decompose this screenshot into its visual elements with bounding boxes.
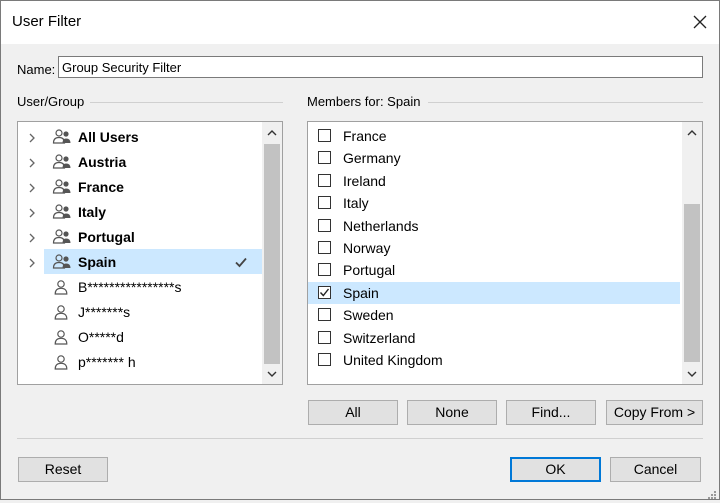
member-label: Sweden (343, 307, 394, 324)
member-row[interactable]: Switzerland (308, 327, 680, 349)
tree-row-label: O*****d (78, 328, 124, 345)
scroll-down-icon[interactable] (263, 365, 281, 383)
user-icon (54, 329, 68, 345)
tree-group-row[interactable]: France (18, 174, 262, 199)
member-label: Ireland (343, 172, 386, 189)
tree-row-label: Portugal (78, 228, 135, 245)
tree-row-label: p******* h (78, 353, 136, 370)
tree-user-row[interactable]: O*****d (18, 324, 262, 349)
user-group-scrollbar[interactable] (262, 122, 282, 384)
tree-user-row[interactable]: B****************s (18, 274, 262, 299)
user-group-caption: User/Group (17, 94, 85, 109)
member-label: Norway (343, 240, 391, 256)
member-row[interactable]: Sweden (308, 304, 680, 326)
user-group-divider (90, 102, 283, 103)
scroll-up-icon[interactable] (263, 124, 281, 142)
member-checkbox[interactable] (318, 218, 331, 232)
members-list[interactable]: France Germany Ireland Italy Netherlands Norw… (307, 121, 703, 385)
tree-group-row[interactable]: All Users (18, 124, 262, 149)
member-checkbox[interactable] (318, 330, 331, 344)
members-caption: Members for: Spain (307, 94, 421, 109)
member-label: France (343, 128, 387, 144)
user-group-scroll-thumb[interactable] (264, 144, 280, 364)
selection-highlight (44, 249, 262, 274)
members-divider (428, 102, 703, 103)
footer-divider (17, 438, 703, 439)
window-title: User Filter (12, 13, 82, 30)
member-row[interactable]: Spain (308, 281, 680, 304)
member-row[interactable]: Germany (308, 147, 680, 169)
member-label: Italy (343, 195, 369, 212)
group-icon (52, 228, 72, 246)
none-button[interactable]: None (407, 400, 497, 425)
member-checkbox[interactable] (318, 196, 331, 210)
chevron-right-icon[interactable] (26, 231, 38, 243)
tree-row-label: B****************s (78, 278, 182, 295)
scroll-down-icon[interactable] (683, 365, 701, 383)
member-checkbox[interactable] (318, 353, 331, 366)
scroll-up-icon[interactable] (683, 124, 701, 142)
member-label: Germany (343, 150, 401, 167)
chevron-right-icon[interactable] (26, 181, 38, 193)
tree-user-row[interactable]: p******* h (18, 349, 262, 374)
member-checkbox[interactable] (318, 241, 331, 254)
checkmark-icon (234, 255, 248, 269)
member-label: Netherlands (343, 217, 419, 234)
group-icon (52, 153, 72, 171)
member-checkbox[interactable] (318, 263, 331, 277)
find-button[interactable]: Find... (506, 400, 596, 425)
member-row[interactable]: Netherlands (308, 215, 680, 237)
copy-from-button[interactable]: Copy From > (606, 400, 703, 425)
tree-row-label: France (78, 178, 124, 195)
user-icon (54, 279, 68, 295)
close-icon[interactable] (686, 8, 714, 36)
group-icon (52, 203, 72, 221)
member-row[interactable]: Ireland (308, 170, 680, 192)
group-icon (52, 178, 72, 196)
user-icon (54, 354, 68, 370)
user-icon (54, 304, 68, 320)
tree-group-row[interactable]: Spain (18, 249, 262, 274)
name-label: Name: (17, 62, 56, 77)
tree-row-label: All Users (78, 128, 139, 145)
member-checkbox[interactable] (318, 129, 331, 142)
title-bar: User Filter (0, 0, 720, 44)
member-checkbox[interactable] (318, 173, 331, 187)
ok-button[interactable]: OK (510, 457, 601, 482)
tree-row-label: J*******s (78, 303, 131, 320)
tree-user-row[interactable]: J*******s (18, 299, 262, 324)
tree-group-row[interactable]: Austria (18, 149, 262, 174)
name-input[interactable] (58, 56, 703, 78)
member-row[interactable]: France (308, 125, 680, 147)
cancel-button[interactable]: Cancel (610, 457, 701, 482)
group-icon (52, 253, 72, 271)
tree-row-label: Austria (78, 153, 127, 170)
member-row[interactable]: Norway (308, 237, 680, 259)
member-row[interactable]: Italy (308, 192, 680, 214)
member-checkbox[interactable] (318, 308, 331, 322)
member-label: Switzerland (343, 329, 416, 346)
member-checkbox[interactable] (318, 285, 331, 299)
user-group-tree[interactable]: All Users Austria France Italy Portugal Spain… (17, 121, 283, 385)
member-checkbox[interactable] (318, 151, 331, 165)
resize-grip-icon[interactable] (707, 487, 717, 499)
members-scroll-thumb[interactable] (684, 204, 700, 362)
member-label: Portugal (343, 262, 396, 279)
member-row[interactable]: United Kingdom (308, 349, 680, 371)
chevron-right-icon[interactable] (26, 156, 38, 168)
member-row[interactable]: Portugal (308, 259, 680, 281)
group-icon (52, 128, 72, 146)
reset-button[interactable]: Reset (18, 457, 108, 482)
tree-group-row[interactable]: Italy (18, 199, 262, 224)
chevron-right-icon[interactable] (26, 131, 38, 143)
all-button[interactable]: All (308, 400, 398, 425)
member-label: Spain (343, 284, 379, 301)
tree-row-label: Italy (78, 203, 107, 220)
tree-group-row[interactable]: Portugal (18, 224, 262, 249)
members-scrollbar[interactable] (682, 122, 702, 384)
chevron-right-icon[interactable] (26, 256, 38, 268)
tree-row-label: Spain (78, 253, 117, 270)
member-label: United Kingdom (343, 352, 443, 368)
chevron-right-icon[interactable] (26, 206, 38, 218)
